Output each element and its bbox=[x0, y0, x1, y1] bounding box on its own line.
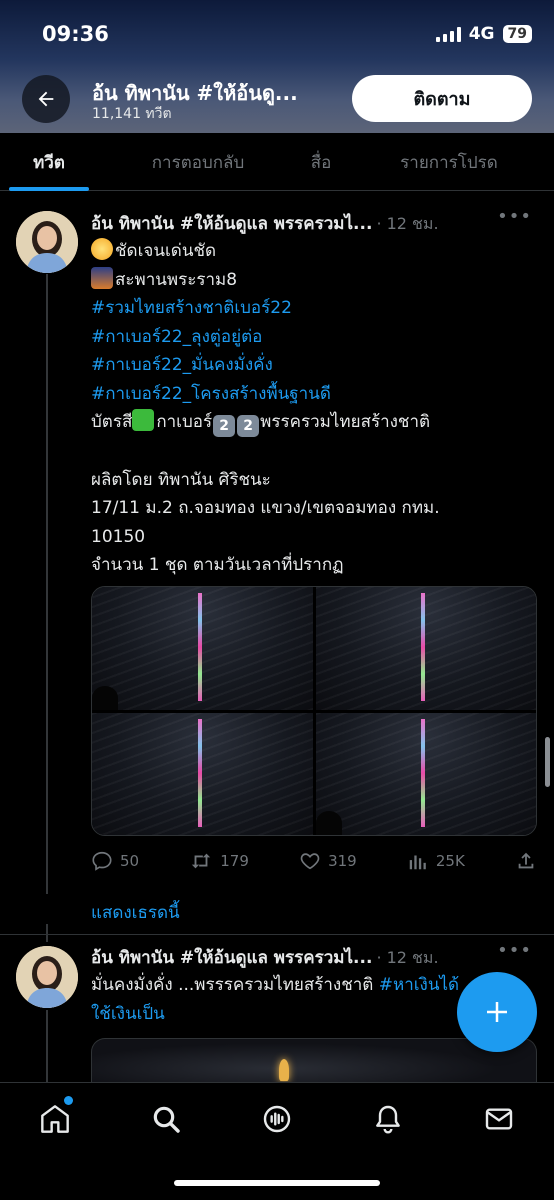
views-chart-icon bbox=[409, 855, 426, 870]
show-thread-link[interactable]: แสดงเธรดนี้ bbox=[91, 899, 180, 926]
reply-icon bbox=[92, 851, 112, 871]
light-glow bbox=[279, 1059, 289, 1081]
retweet-icon bbox=[192, 853, 211, 869]
tweet-actions: 50 179 319 25K bbox=[91, 848, 537, 874]
thread-line bbox=[46, 1010, 48, 1082]
spaces-icon bbox=[263, 1105, 291, 1133]
profile-header: 09:36 4G 79 อ้น ทิพานัน #ให้อ้นดู... 11,… bbox=[0, 0, 554, 133]
author-name[interactable]: อ้น ทิพานัน #ให้อ้นดูแล พรรครวมไ... bbox=[91, 944, 372, 971]
like-button[interactable]: 319 bbox=[299, 850, 357, 872]
hashtag-link[interactable]: #กาเบอร์22_ลุงตู่อยู่ต่อ bbox=[91, 323, 541, 352]
green-square-icon bbox=[132, 409, 155, 431]
network-type: 4G bbox=[468, 24, 495, 44]
retweet-button[interactable]: 179 bbox=[189, 850, 249, 872]
glowing-star-icon bbox=[91, 238, 113, 260]
nav-spaces[interactable] bbox=[257, 1099, 297, 1139]
hashtag-link[interactable]: #รวมไทยสร้างชาติเบอร์22 bbox=[91, 294, 541, 323]
views-button[interactable]: 25K bbox=[407, 850, 465, 872]
profile-tabs: ทวีต การตอบกลับ สื่อ รายการโปรด bbox=[0, 133, 554, 191]
thread-line bbox=[46, 274, 48, 894]
nav-home[interactable] bbox=[35, 1099, 75, 1139]
nav-messages[interactable] bbox=[479, 1099, 519, 1139]
home-icon bbox=[41, 1105, 69, 1133]
status-indicators: 4G 79 bbox=[435, 24, 532, 44]
tweet-media-grid[interactable] bbox=[91, 586, 537, 836]
scrollbar[interactable] bbox=[545, 737, 550, 787]
tweet-time[interactable]: · 12 ชม. bbox=[376, 212, 438, 237]
tab-media[interactable]: สื่อ bbox=[298, 133, 344, 191]
mail-icon bbox=[485, 1108, 513, 1130]
share-icon bbox=[518, 852, 534, 869]
heart-icon bbox=[300, 853, 320, 870]
bell-icon bbox=[376, 1105, 400, 1134]
arrow-left-icon bbox=[38, 91, 54, 107]
media-photo[interactable] bbox=[92, 587, 313, 710]
tweet-author-row: อ้น ทิพานัน #ให้อ้นดูแล พรรครวมไ... · 12… bbox=[91, 210, 531, 237]
keycap-2-icon: 2 bbox=[237, 415, 260, 438]
nav-search[interactable] bbox=[146, 1099, 186, 1139]
signal-icon bbox=[435, 26, 461, 42]
hashtag-link[interactable]: #กาเบอร์22_มั่นคงมั่งคั่ง bbox=[91, 351, 541, 380]
compose-tweet-button[interactable] bbox=[457, 972, 537, 1052]
reply-button[interactable]: 50 bbox=[91, 850, 139, 872]
media-photo[interactable] bbox=[92, 712, 313, 835]
avatar[interactable] bbox=[16, 946, 78, 1008]
hashtag-link[interactable]: #กาเบอร์22_โครงสร้างพื้นฐานดี bbox=[91, 380, 541, 409]
profile-photo bbox=[16, 946, 78, 1008]
keycap-2-icon: 2 bbox=[213, 415, 236, 438]
media-photo[interactable] bbox=[315, 712, 536, 835]
more-options-icon[interactable]: ••• bbox=[497, 940, 532, 961]
hashtag-link[interactable]: #หาเงินได้ bbox=[379, 975, 459, 995]
back-button[interactable] bbox=[22, 75, 70, 123]
tab-replies[interactable]: การตอบกลับ bbox=[98, 133, 298, 191]
share-button[interactable] bbox=[515, 850, 537, 872]
divider bbox=[0, 934, 554, 935]
battery-icon: 79 bbox=[502, 25, 532, 43]
tab-likes[interactable]: รายการโปรด bbox=[344, 133, 554, 191]
search-icon bbox=[153, 1106, 180, 1133]
author-name[interactable]: อ้น ทิพานัน #ให้อ้นดูแล พรรครวมไ... bbox=[91, 210, 372, 237]
tweet-text: ชัดเจนเด่นชัด สะพานพระราม8 #รวมไทยสร้างช… bbox=[91, 237, 541, 580]
follow-button[interactable]: ติดตาม bbox=[352, 75, 532, 122]
tweet-count: 11,141 ทวีต bbox=[92, 106, 172, 122]
home-indicator[interactable] bbox=[174, 1180, 380, 1186]
status-time: 09:36 bbox=[42, 22, 109, 46]
thread-line bbox=[46, 924, 48, 942]
tab-tweets[interactable]: ทวีต bbox=[0, 133, 98, 191]
plus-icon bbox=[487, 1002, 507, 1022]
tweet-time[interactable]: · 12 ชม. bbox=[376, 946, 438, 971]
tweet-author-row: อ้น ทิพานัน #ให้อ้นดูแล พรรครวมไ... · 12… bbox=[91, 944, 531, 971]
nav-notifications[interactable] bbox=[368, 1099, 408, 1139]
media-photo[interactable] bbox=[315, 587, 536, 710]
profile-photo bbox=[16, 211, 78, 273]
avatar[interactable] bbox=[16, 211, 78, 273]
more-options-icon[interactable]: ••• bbox=[497, 206, 532, 227]
bridge-at-night-icon bbox=[91, 266, 113, 289]
notification-dot bbox=[64, 1096, 73, 1105]
